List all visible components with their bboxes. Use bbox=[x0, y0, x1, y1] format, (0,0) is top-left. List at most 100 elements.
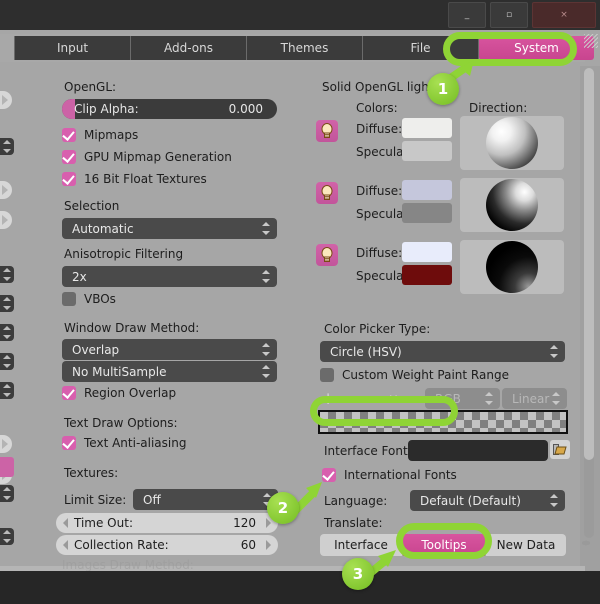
selection-dropdown[interactable]: Automatic bbox=[62, 218, 277, 239]
interface-font-input[interactable] bbox=[408, 440, 548, 461]
increment-arrow-icon[interactable] bbox=[266, 540, 271, 550]
stub-expand-arrow-1[interactable] bbox=[0, 91, 12, 109]
limit-size-value: Off bbox=[143, 492, 161, 507]
ramp-interpolation-value: Linear bbox=[512, 391, 550, 406]
light-2-specular-swatch[interactable] bbox=[402, 203, 452, 223]
interface-font-label: Interface Font: bbox=[324, 444, 412, 458]
chevron-updown-icon bbox=[261, 222, 270, 235]
ramp-flip-icon[interactable]: ⇔ bbox=[387, 389, 400, 407]
light-2-diffuse-swatch[interactable] bbox=[402, 180, 452, 200]
collection-rate-field[interactable]: Collection Rate: 60 bbox=[56, 535, 278, 555]
chevron-updown-icon bbox=[262, 493, 271, 506]
chevron-updown-icon bbox=[484, 392, 493, 405]
vertical-scrollbar-thumb[interactable] bbox=[584, 68, 594, 460]
anisotropic-filtering-value: 2x bbox=[72, 269, 87, 284]
translate-tooltips-button[interactable]: Tooltips bbox=[403, 534, 485, 556]
stub-pink-field[interactable] bbox=[0, 457, 14, 477]
light-3-direction-widget[interactable] bbox=[460, 240, 564, 294]
international-fonts-checkbox[interactable] bbox=[322, 468, 336, 482]
stub-number-field-6[interactable] bbox=[0, 382, 14, 399]
decrement-arrow-icon[interactable] bbox=[63, 518, 68, 528]
open-folder-icon[interactable] bbox=[550, 440, 570, 459]
anisotropic-filtering-dropdown[interactable]: 2x bbox=[62, 266, 277, 287]
tab-addons[interactable]: Add-ons bbox=[131, 36, 247, 60]
solid-opengl-lights-header: Solid OpenGL lights: bbox=[322, 80, 444, 94]
limit-size-dropdown[interactable]: Off bbox=[133, 489, 278, 510]
text-anti-aliasing-checkbox[interactable] bbox=[62, 436, 76, 450]
translate-label: Translate: bbox=[324, 516, 383, 530]
light-3-toggle-bulb-icon[interactable] bbox=[316, 244, 338, 266]
light-3-specular-label: Specula bbox=[356, 269, 404, 283]
stub-number-field-3[interactable] bbox=[0, 295, 14, 312]
16-bit-float-textures-label: 16 Bit Float Textures bbox=[84, 172, 207, 186]
international-fonts-label: International Fonts bbox=[344, 468, 457, 482]
tab-strip: Input Add-ons Themes File System bbox=[0, 30, 600, 66]
gpu-mipmap-generation-checkbox[interactable] bbox=[62, 150, 76, 164]
tab-input[interactable]: Input bbox=[14, 36, 131, 60]
tab-file[interactable]: File bbox=[363, 36, 479, 60]
stepper-arrows-icon bbox=[3, 297, 11, 310]
ramp-interpolation-dropdown[interactable]: Linear bbox=[502, 388, 567, 409]
light-1-direction-widget[interactable] bbox=[460, 116, 564, 170]
ramp-add-icon[interactable]: + bbox=[321, 389, 335, 409]
light-2-direction-widget[interactable] bbox=[460, 178, 564, 232]
ramp-mode-dropdown[interactable]: RGB bbox=[425, 388, 500, 409]
stub-number-field-4[interactable] bbox=[0, 324, 14, 341]
stepper-arrows-icon bbox=[3, 487, 11, 500]
light-1-diffuse-swatch[interactable] bbox=[402, 118, 452, 138]
clip-alpha-label: Clip Alpha: bbox=[74, 102, 139, 116]
clip-alpha-slider[interactable]: Clip Alpha: 0.000 bbox=[62, 99, 277, 119]
stub-expand-arrow-4[interactable] bbox=[0, 435, 12, 453]
minimize-button[interactable]: _ bbox=[448, 2, 486, 28]
language-dropdown[interactable]: Default (Default) bbox=[410, 490, 565, 511]
stub-expand-arrow-2[interactable] bbox=[0, 181, 12, 199]
ramp-mode-value: RGB bbox=[435, 391, 461, 406]
window-draw-method-dropdown[interactable]: Overlap bbox=[62, 339, 277, 360]
light-2-direction-sphere bbox=[486, 179, 538, 231]
clip-alpha-value: 0.000 bbox=[228, 102, 263, 116]
light-2-toggle-bulb-icon[interactable] bbox=[316, 182, 338, 204]
translate-interface-button[interactable]: Interface bbox=[320, 534, 402, 556]
mipmaps-label: Mipmaps bbox=[84, 128, 139, 142]
stepper-arrows-icon bbox=[3, 355, 11, 368]
stub-number-field-1[interactable] bbox=[0, 138, 14, 155]
light-1-toggle-bulb-icon[interactable] bbox=[316, 120, 338, 142]
ramp-remove-icon[interactable]: − bbox=[355, 389, 369, 409]
direction-header: Direction: bbox=[469, 101, 528, 115]
16-bit-float-textures-checkbox[interactable] bbox=[62, 172, 76, 186]
stub-expand-arrow-3[interactable] bbox=[0, 211, 12, 229]
light-3-diffuse-label: Diffuse: bbox=[356, 246, 403, 260]
custom-weight-paint-range-checkbox[interactable] bbox=[320, 368, 334, 382]
light-3-diffuse-swatch[interactable] bbox=[402, 242, 452, 262]
tab-system[interactable]: System bbox=[479, 36, 594, 60]
time-out-field[interactable]: Time Out: 120 bbox=[56, 513, 278, 533]
window-title-bar: _ ▫ × bbox=[0, 0, 600, 30]
color-picker-type-header: Color Picker Type: bbox=[324, 322, 431, 336]
increment-arrow-icon[interactable] bbox=[266, 518, 271, 528]
stub-number-field-5[interactable] bbox=[0, 353, 14, 370]
tab-themes[interactable]: Themes bbox=[247, 36, 363, 60]
light-1-specular-swatch[interactable] bbox=[402, 141, 452, 161]
maximize-button[interactable]: ▫ bbox=[490, 2, 528, 28]
window-controls: _ ▫ × bbox=[448, 2, 596, 28]
vbos-checkbox[interactable] bbox=[62, 292, 76, 306]
stub-number-field-8[interactable] bbox=[0, 528, 14, 545]
region-overlap-checkbox[interactable] bbox=[62, 386, 76, 400]
selection-header: Selection bbox=[64, 199, 120, 213]
panel-grip-icon bbox=[579, 539, 593, 547]
chevron-updown-icon bbox=[549, 494, 558, 507]
color-picker-type-dropdown[interactable]: Circle (HSV) bbox=[320, 341, 565, 362]
translate-new-data-button[interactable]: New Data bbox=[486, 534, 566, 556]
close-button[interactable]: × bbox=[532, 2, 596, 28]
chevron-updown-icon bbox=[261, 343, 270, 356]
mipmaps-checkbox[interactable] bbox=[62, 128, 76, 142]
light-3-specular-swatch[interactable] bbox=[402, 265, 452, 285]
color-ramp-preview[interactable] bbox=[318, 410, 568, 434]
window-draw-method-header: Window Draw Method: bbox=[64, 321, 200, 335]
anisotropic-filtering-header: Anisotropic Filtering bbox=[64, 247, 184, 261]
stub-number-field-7[interactable] bbox=[0, 485, 14, 502]
vertical-scrollbar[interactable] bbox=[584, 68, 594, 538]
stub-number-field-2[interactable] bbox=[0, 266, 14, 283]
decrement-arrow-icon[interactable] bbox=[63, 540, 68, 550]
multisample-dropdown[interactable]: No MultiSample bbox=[62, 361, 277, 382]
